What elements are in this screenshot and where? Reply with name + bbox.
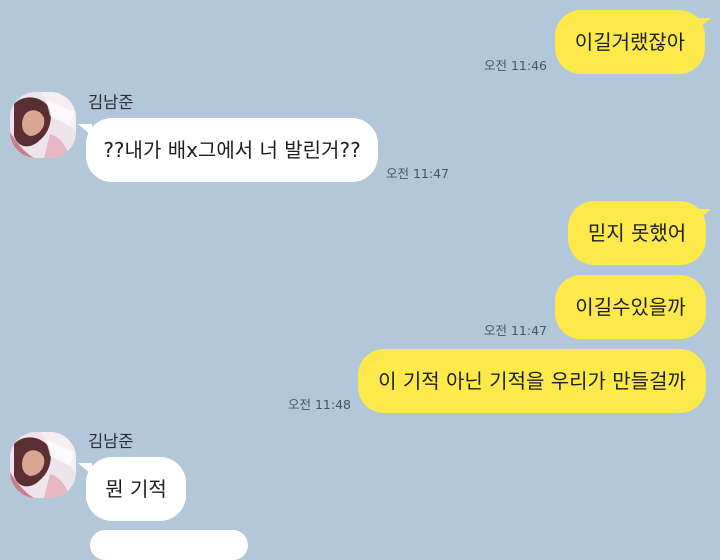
contact-message-bubble-partial[interactable] [90, 530, 248, 560]
message-time: 오전 11:47 [386, 166, 449, 181]
chat-room: 이길거랬잖아 오전 11:46 김남준 ??내가 배x그에서 너 발린거?? 오… [0, 0, 720, 560]
bubble-tail [78, 463, 92, 475]
contact-message-bubble[interactable]: ??내가 배x그에서 너 발린거?? [86, 118, 378, 182]
bubble-tail [697, 209, 711, 221]
avatar-photo-icon [10, 432, 76, 498]
my-message-bubble[interactable]: 이길수있을까 [555, 275, 706, 339]
message-time: 오전 11:47 [484, 323, 547, 338]
message-text: 이길거랬잖아 [574, 30, 686, 54]
bubble-tail [697, 18, 711, 30]
contact-avatar[interactable] [10, 432, 76, 498]
message-text: 뭔 기적 [105, 477, 167, 501]
message-text: 믿지 못했어 [587, 221, 687, 245]
contact-avatar[interactable] [10, 92, 76, 158]
message-text: ??내가 배x그에서 너 발린거?? [103, 138, 361, 162]
message-time: 오전 11:48 [288, 397, 351, 412]
contact-message-bubble[interactable]: 뭔 기적 [86, 457, 186, 521]
contact-name: 김남준 [88, 432, 134, 451]
contact-name: 김남준 [88, 93, 134, 112]
my-message-bubble[interactable]: 이 기적 아닌 기적을 우리가 만들걸까 [358, 349, 706, 413]
bubble-tail [78, 124, 92, 136]
my-message-bubble[interactable]: 믿지 못했어 [568, 201, 706, 265]
message-time: 오전 11:46 [484, 58, 547, 73]
message-text: 이 기적 아닌 기적을 우리가 만들걸까 [378, 369, 686, 393]
avatar-photo-icon [10, 92, 76, 158]
message-text: 이길수있을까 [575, 295, 686, 319]
my-message-bubble[interactable]: 이길거랬잖아 [555, 10, 705, 74]
